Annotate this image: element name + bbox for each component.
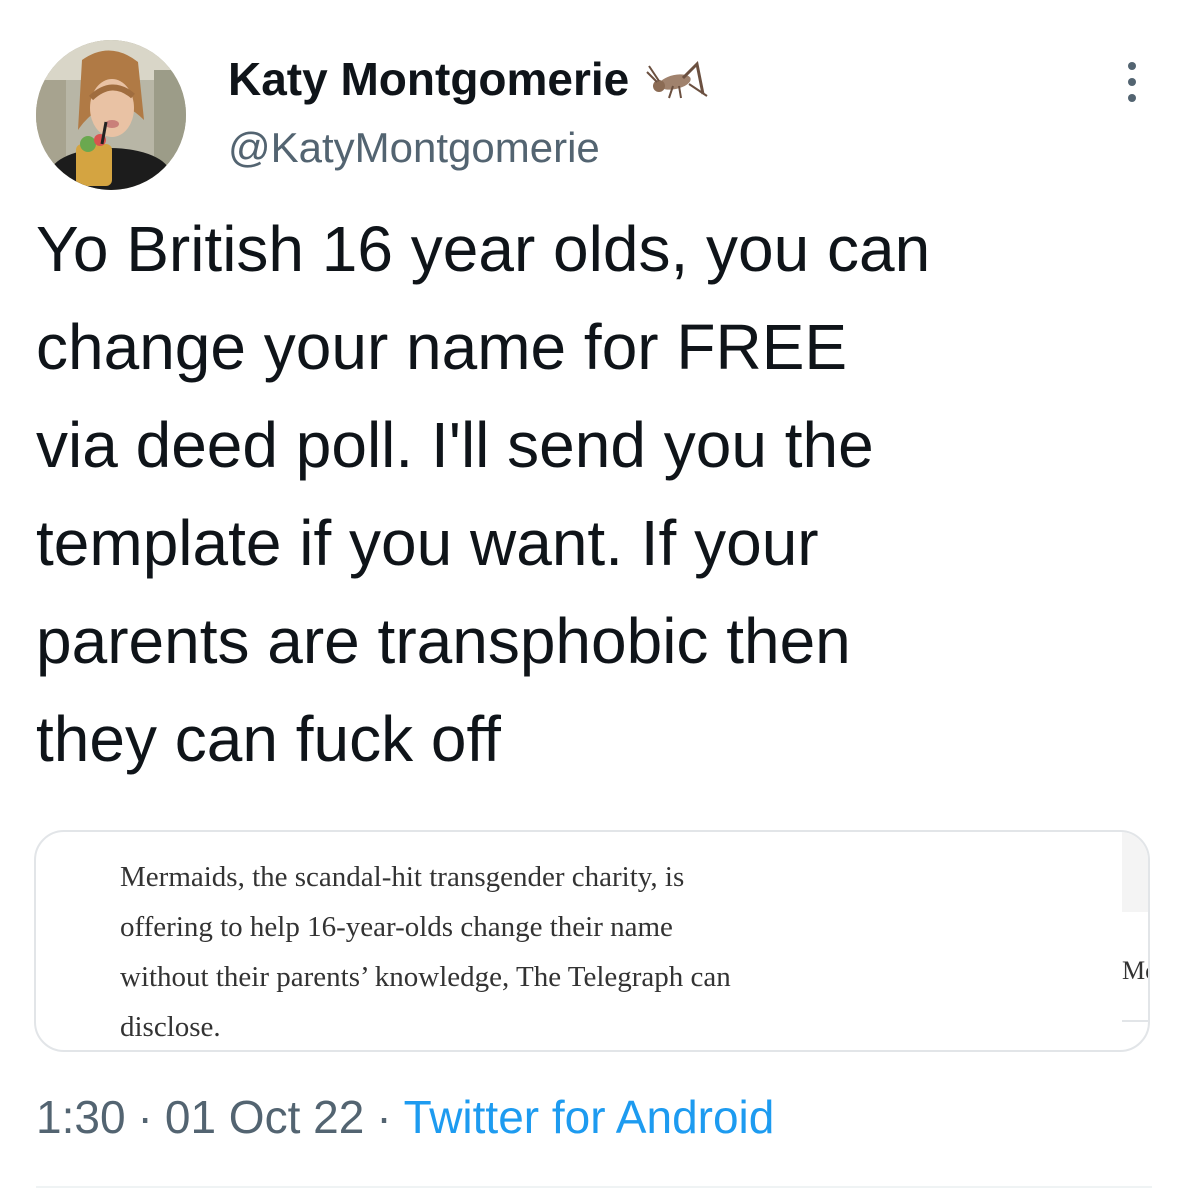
quoted-article-line: disclose. bbox=[120, 1011, 221, 1043]
second-image-preview[interactable] bbox=[1122, 832, 1148, 912]
divider bbox=[36, 1186, 1152, 1188]
avatar[interactable] bbox=[36, 40, 186, 190]
tweet-text-line: template if you want. If your bbox=[36, 507, 819, 579]
tweet-source-link[interactable]: Twitter for Android bbox=[404, 1091, 775, 1143]
tweet-text-line: Yo British 16 year olds, you can bbox=[36, 213, 931, 285]
tweet-text-line: they can fuck off bbox=[36, 703, 501, 775]
quoted-article-line: offering to help 16-year-olds change the… bbox=[120, 911, 673, 943]
tweet-text: Yo British 16 year olds, you can change … bbox=[36, 200, 1156, 788]
author-handle[interactable]: @KatyMontgomerie bbox=[228, 124, 600, 172]
tweet-text-line: parents are transphobic then bbox=[36, 605, 851, 677]
tweet-text-line: via deed poll. I'll send you the bbox=[36, 409, 874, 481]
attached-image-card[interactable]: Mermaids, the scandal-hit transgender ch… bbox=[34, 830, 1150, 1052]
tweet-meta: 1:30 · 01 Oct 22 · Twitter for Android bbox=[36, 1090, 774, 1144]
author-display-name[interactable]: Katy Montgomerie bbox=[228, 52, 629, 106]
quoted-article-line: without their parents’ knowledge, The Te… bbox=[120, 961, 731, 993]
author-name-row[interactable]: Katy Montgomerie bbox=[228, 52, 709, 106]
meta-separator: · bbox=[137, 1091, 153, 1143]
meta-separator: · bbox=[376, 1091, 392, 1143]
cricket-icon bbox=[646, 60, 708, 99]
second-image-text: Mc bbox=[1122, 956, 1148, 985]
tweet-date[interactable]: 01 Oct 22 bbox=[165, 1091, 364, 1143]
tweet-time[interactable]: 1:30 bbox=[36, 1091, 126, 1143]
tweet-text-line: change your name for FREE bbox=[36, 311, 848, 383]
more-options-icon[interactable] bbox=[1112, 60, 1152, 104]
quoted-article-text: Mermaids, the scandal-hit transgender ch… bbox=[120, 852, 990, 1050]
divider bbox=[1122, 1020, 1148, 1022]
quoted-article-line: Mermaids, the scandal-hit transgender ch… bbox=[120, 861, 685, 893]
